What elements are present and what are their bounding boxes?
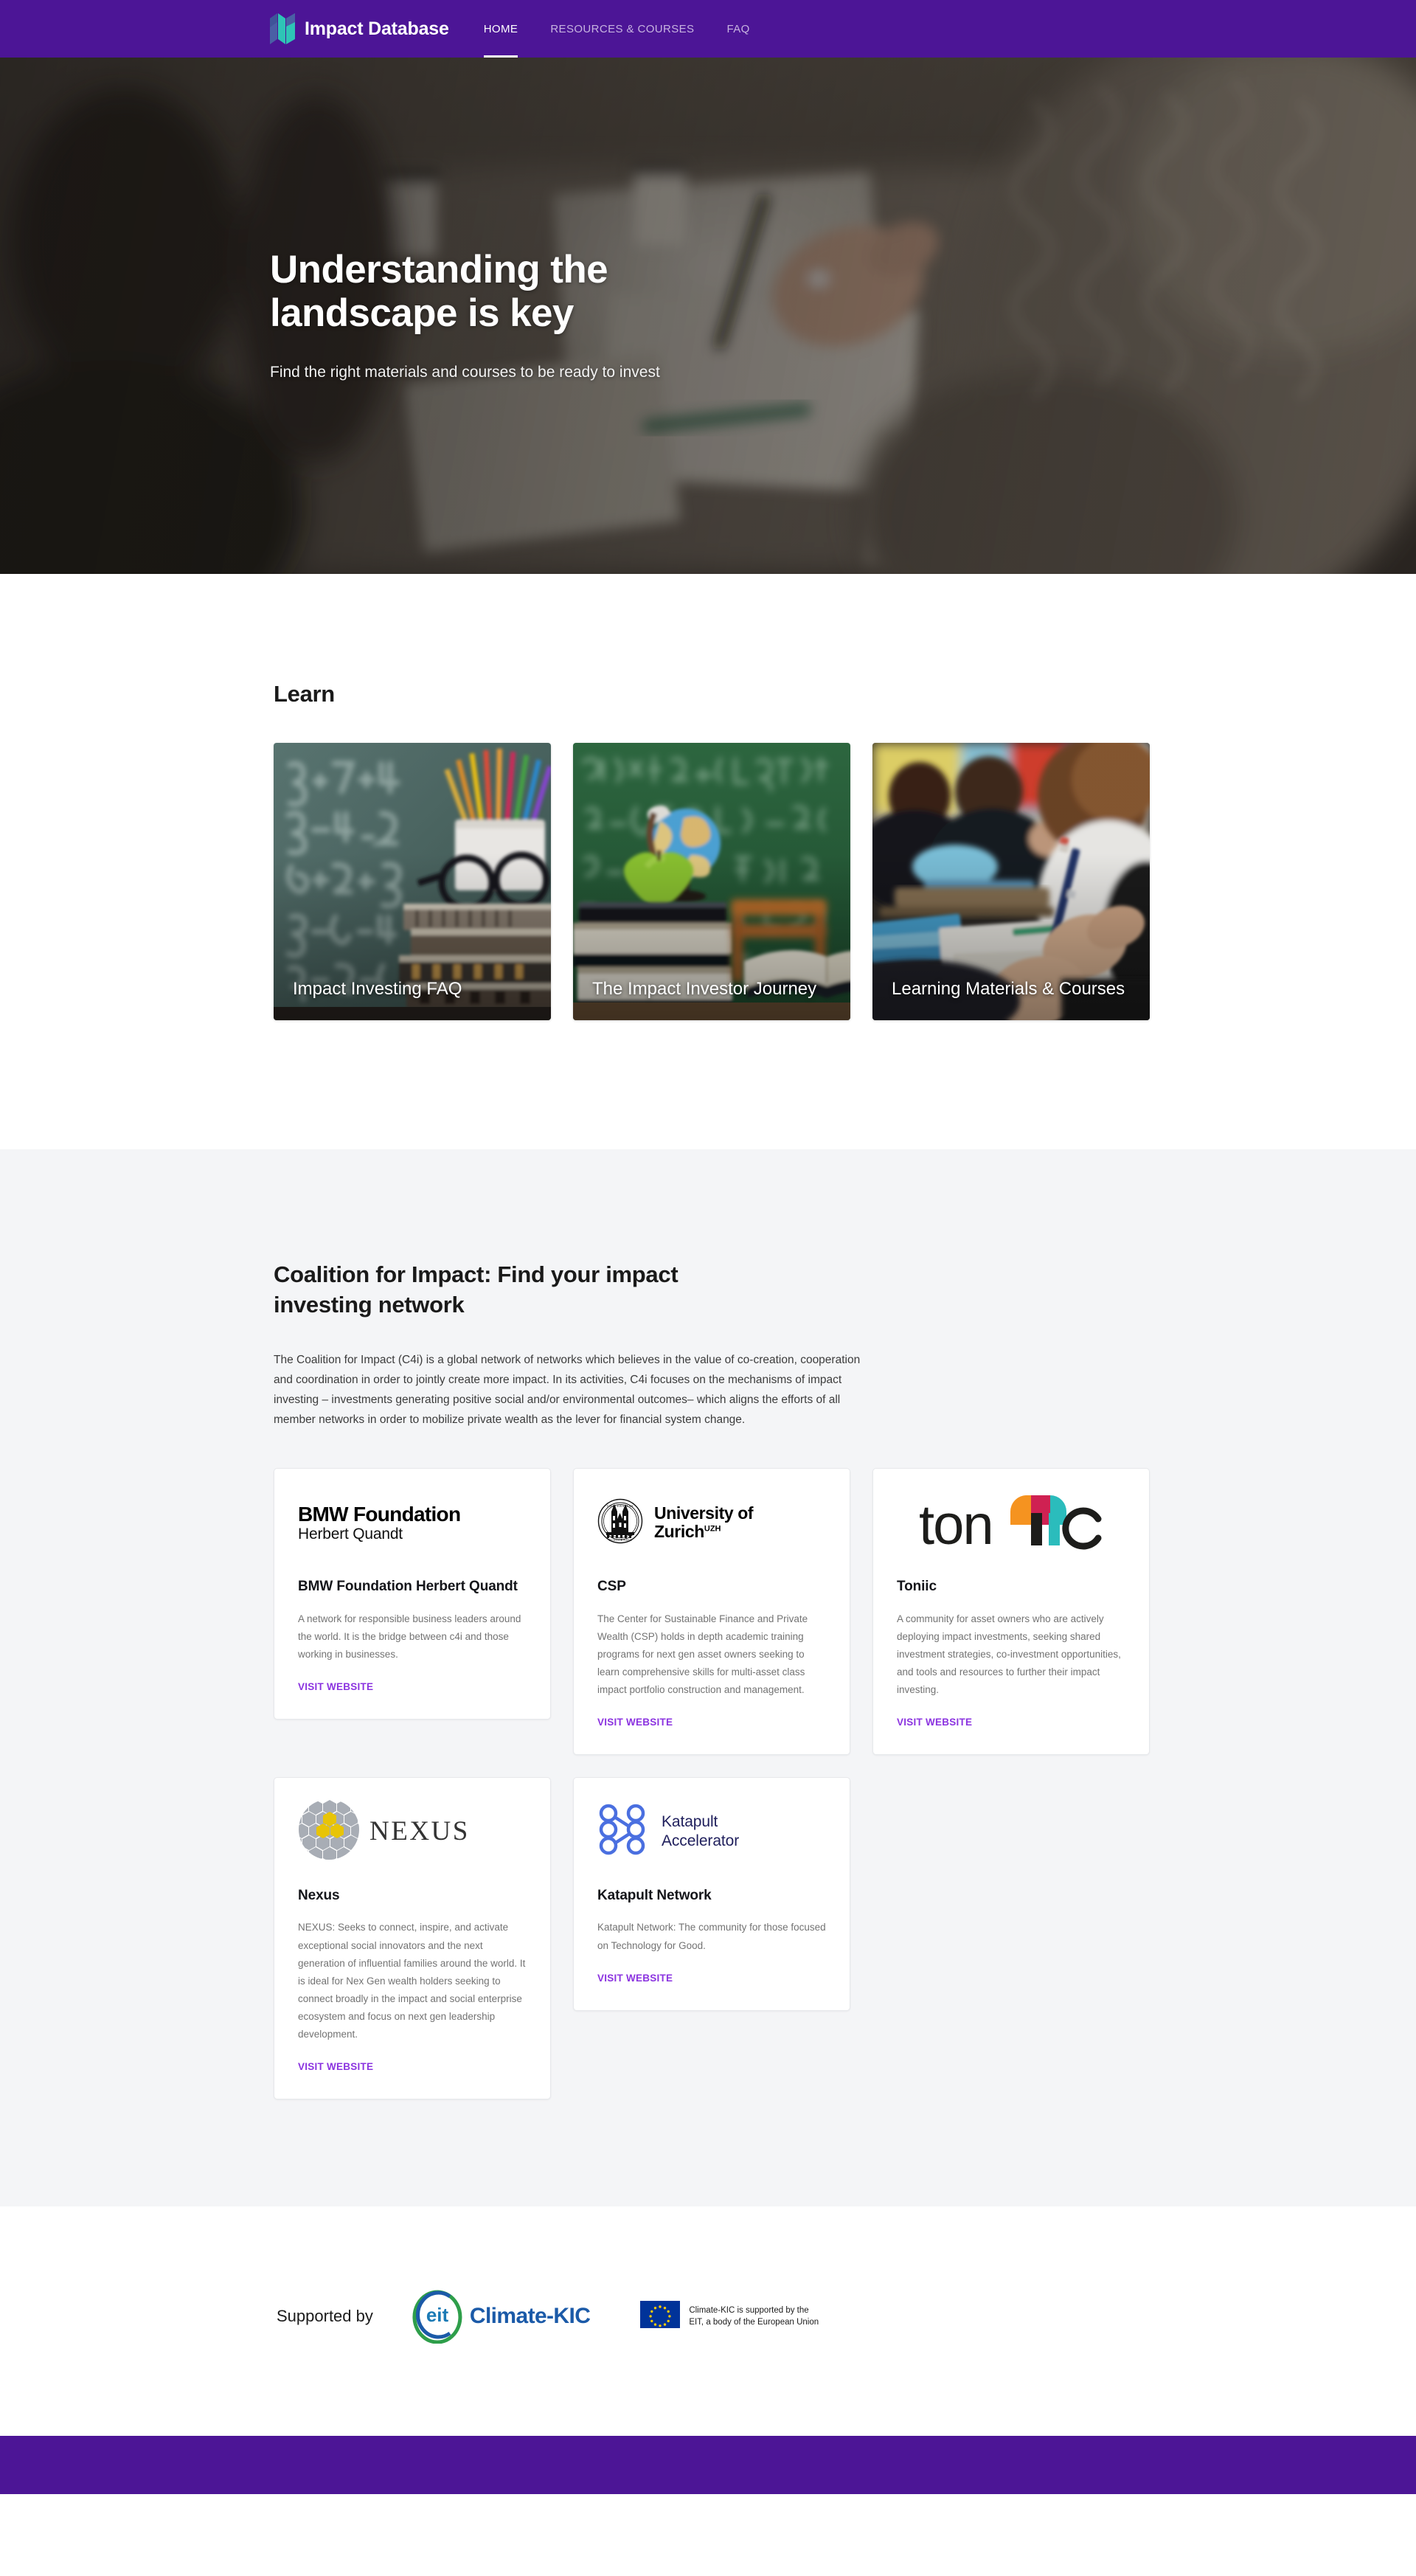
- brand-name: Impact Database: [305, 18, 449, 39]
- partner-name: Nexus: [298, 1887, 340, 1903]
- nav-item-faq[interactable]: FAQ: [710, 0, 766, 58]
- partner-card-katapult-network: Katapult Accelerator Katapult Network Ka…: [573, 1776, 850, 2011]
- nexus-logo: NEXUS: [298, 1798, 527, 1864]
- hero-title: Understanding the landscape is key: [270, 247, 608, 336]
- university-of-zurich-logo: UNIVERSITAS TURICENSIS University of Zur…: [597, 1491, 826, 1554]
- learn-card-label: Learning Materials & Courses: [892, 979, 1125, 1000]
- uzh-logo-line1: University of: [654, 1503, 754, 1523]
- main-nav: HOME RESOURCES & COURSES FAQ: [468, 0, 766, 58]
- visit-website-link[interactable]: VISIT WEBSITE: [897, 1717, 972, 1728]
- european-union-flag-icon: [640, 2301, 681, 2332]
- nav-item-resources-and-courses[interactable]: RESOURCES & COURSES: [534, 0, 710, 58]
- learn-card-label: The Impact Investor Journey: [592, 979, 817, 1000]
- partner-description: Katapult Network: The community for thos…: [597, 1922, 826, 1951]
- coalition-description: The Coalition for Impact (C4i) is a glob…: [274, 1353, 861, 1427]
- visit-website-link[interactable]: VISIT WEBSITE: [597, 1717, 673, 1728]
- partner-description: A network for responsible business leade…: [298, 1613, 521, 1660]
- hero-subtitle: Find the right materials and courses to …: [270, 363, 660, 381]
- partner-description: NEXUS: Seeks to connect, inspire, and ac…: [298, 1922, 526, 2040]
- learn-card-grid: Impact Investing FAQ The Impact Investor…: [274, 743, 1150, 1020]
- bmw-logo-line1: BMW Foundation: [298, 1502, 461, 1526]
- nav-item-home[interactable]: HOME: [468, 0, 535, 58]
- uzh-logo-superscript: UZH: [704, 1524, 721, 1534]
- partner-card-nexus: NEXUS Nexus NEXUS: Seeks to connect, ins…: [274, 1776, 551, 2099]
- top-navigation-bar: Impact Database HOME RESOURCES & COURSES…: [0, 0, 1416, 58]
- supported-by-section: Supported by eit Climate-KIC Climate-KIC…: [0, 2206, 1416, 2436]
- learn-section: Learn Impact Investing FAQ The Impact In…: [0, 574, 1416, 1149]
- svg-text:TURICENSIS: TURICENSIS: [608, 1538, 633, 1542]
- learn-card-impact-investor-journey[interactable]: The Impact Investor Journey: [573, 743, 850, 1020]
- coalition-title: Coalition for Impact: Find your impact i…: [274, 1261, 678, 1318]
- supported-by-label: Supported by: [277, 2307, 373, 2326]
- partner-card-bmw-foundation: BMW Foundation Herbert Quandt BMW Founda…: [274, 1468, 551, 1720]
- visit-website-link[interactable]: VISIT WEBSITE: [298, 1681, 373, 1692]
- eit-climate-kic-logo: eit Climate-KIC: [409, 2286, 591, 2347]
- brand-home-link[interactable]: Impact Database: [270, 13, 449, 44]
- toniic-logo: ton: [897, 1491, 1125, 1554]
- uzh-seal-icon: UNIVERSITAS TURICENSIS: [597, 1498, 643, 1548]
- katapult-accelerator-logo: Katapult Accelerator: [597, 1800, 826, 1863]
- hero-banner: Understanding the landscape is key Find …: [0, 58, 1416, 574]
- partner-card-csp: UNIVERSITAS TURICENSIS University of Zur…: [573, 1468, 850, 1755]
- nexus-honeycomb-icon: [298, 1798, 360, 1864]
- page-root: Impact Database HOME RESOURCES & COURSES…: [0, 0, 1416, 2494]
- learn-card-label: Impact Investing FAQ: [293, 979, 462, 1000]
- katapult-logo-line1: Katapult: [662, 1813, 718, 1831]
- partner-name: Toniic: [897, 1579, 937, 1595]
- partner-name: CSP: [597, 1579, 626, 1595]
- nexus-wordmark: NEXUS: [369, 1816, 470, 1847]
- partner-card-toniic: ton Toniic A community for asset owners …: [872, 1468, 1150, 1755]
- katapult-logo-line2: Accelerator: [662, 1832, 740, 1849]
- svg-text:eit: eit: [426, 2304, 449, 2326]
- bmw-foundation-logo: BMW Foundation Herbert Quandt: [298, 1491, 527, 1554]
- eu-text-line2: EIT, a body of the European Union: [689, 2318, 819, 2327]
- coalition-section: Coalition for Impact: Find your impact i…: [0, 1149, 1416, 2206]
- katapult-nodes-icon: [597, 1804, 649, 1859]
- partner-name: Katapult Network: [597, 1887, 712, 1903]
- learn-section-title: Learn: [274, 681, 335, 707]
- partner-description: A community for asset owners who are act…: [897, 1613, 1121, 1695]
- footer-bar: [0, 2435, 1416, 2494]
- visit-website-link[interactable]: VISIT WEBSITE: [597, 1973, 673, 1984]
- bmw-logo-line2: Herbert Quandt: [298, 1525, 403, 1543]
- eu-text-line1: Climate-KIC is supported by the: [689, 2305, 809, 2315]
- eu-support-statement: Climate-KIC is supported by the EIT, a b…: [640, 2301, 819, 2332]
- learn-card-impact-investing-faq[interactable]: Impact Investing FAQ: [274, 743, 551, 1020]
- climate-kic-wordmark: Climate-KIC: [469, 2304, 591, 2329]
- learn-card-learning-materials-courses[interactable]: Learning Materials & Courses: [872, 743, 1150, 1020]
- book-panels-icon: [270, 13, 295, 44]
- partner-description: The Center for Sustainable Finance and P…: [597, 1613, 808, 1695]
- partner-name: BMW Foundation Herbert Quandt: [298, 1579, 518, 1595]
- svg-text:UNIVERSITAS: UNIVERSITAS: [607, 1504, 634, 1508]
- uzh-logo-line2: Zurich: [654, 1522, 704, 1542]
- svg-text:ton: ton: [919, 1494, 993, 1553]
- visit-website-link[interactable]: VISIT WEBSITE: [298, 2061, 373, 2072]
- eit-circle-icon: eit: [409, 2286, 466, 2347]
- partner-card-grid: BMW Foundation Herbert Quandt BMW Founda…: [274, 1468, 1150, 2099]
